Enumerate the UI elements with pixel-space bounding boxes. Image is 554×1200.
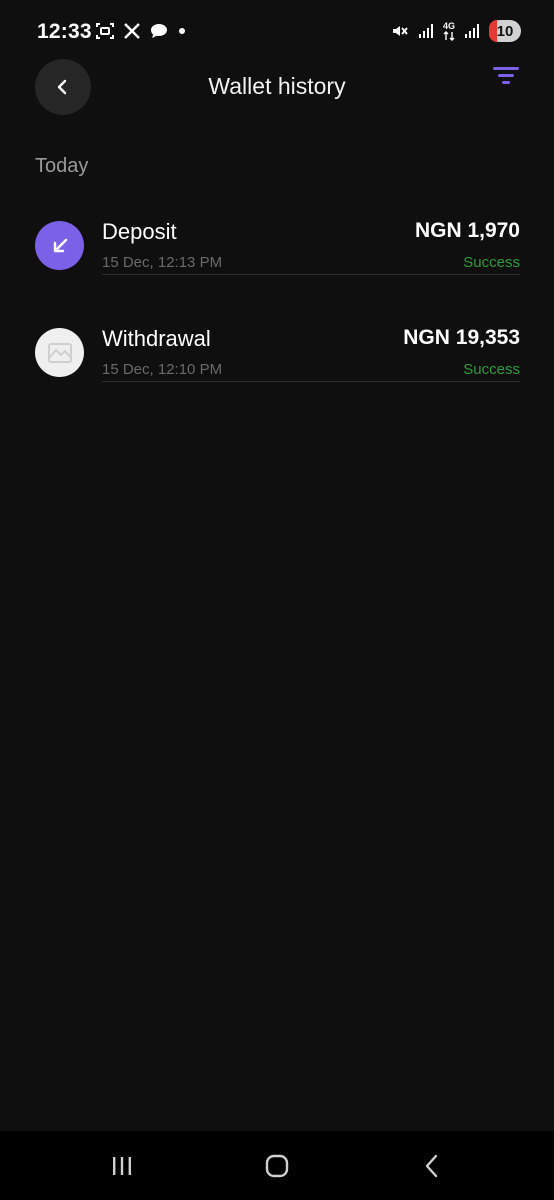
- transaction-divider: [102, 274, 520, 275]
- transaction-title: Deposit: [102, 219, 177, 244]
- network-4g-icon: 4G: [442, 20, 455, 41]
- transaction-title: Withdrawal: [102, 326, 211, 351]
- network-label: 4G: [442, 20, 455, 31]
- home-button[interactable]: [257, 1151, 297, 1181]
- transaction-date: 15 Dec, 12:10 PM: [102, 361, 223, 378]
- dot-indicator-icon: [177, 26, 187, 36]
- filter-button[interactable]: [492, 64, 520, 86]
- arrow-down-left-icon: [35, 221, 84, 270]
- screenshot-icon: [95, 21, 115, 41]
- home-icon: [265, 1154, 289, 1178]
- transaction-amount: NGN 19,353: [403, 326, 520, 349]
- status-bar: 12:33 4G 10: [0, 0, 554, 64]
- signal-icon: [418, 23, 434, 39]
- page-title: Wallet history: [208, 73, 346, 99]
- signal-2-icon: [464, 23, 480, 39]
- recents-button[interactable]: [102, 1151, 142, 1181]
- system-back-button[interactable]: [412, 1151, 452, 1181]
- image-placeholder-icon: [35, 328, 84, 377]
- transaction-status: Success: [463, 361, 520, 378]
- transaction-amount: NGN 1,970: [414, 219, 520, 242]
- transaction-item-withdrawal[interactable]: Withdrawal 15 Dec, 12:10 PM NGN 19,353 S…: [35, 325, 520, 395]
- filter-icon: [493, 67, 519, 84]
- transaction-divider: [102, 381, 520, 382]
- system-navigation-bar: [0, 1131, 554, 1200]
- battery-level: 10: [496, 22, 514, 40]
- transaction-item-deposit[interactable]: Deposit 15 Dec, 12:13 PM NGN 1,970 Succe…: [35, 218, 520, 288]
- section-label-today: Today: [35, 155, 89, 177]
- mute-icon: [391, 22, 409, 40]
- status-time: 12:33: [37, 20, 92, 43]
- chat-bubble-icon: [149, 22, 169, 40]
- chevron-left-icon: [425, 1154, 438, 1178]
- transaction-date: 15 Dec, 12:13 PM: [102, 254, 223, 271]
- battery-icon: 10: [489, 20, 521, 42]
- status-notification-icons: [95, 21, 187, 41]
- transaction-status: Success: [463, 254, 520, 271]
- status-system-icons: 4G 10: [391, 20, 521, 42]
- recents-icon: [113, 1157, 131, 1175]
- x-app-icon: [123, 22, 141, 40]
